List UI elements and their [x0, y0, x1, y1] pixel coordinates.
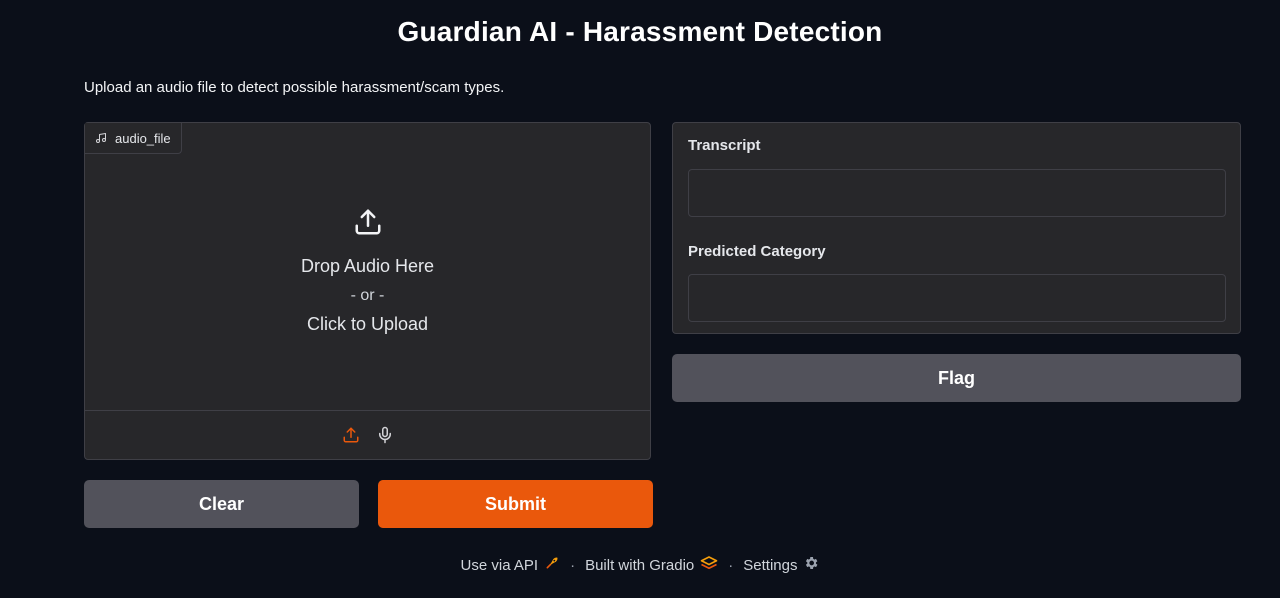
settings-label: Settings — [743, 556, 798, 574]
app-root: Guardian AI - Harassment Detection Uploa… — [0, 0, 1280, 598]
transcript-label: Transcript — [688, 137, 761, 154]
audio-input-panel[interactable]: audio_file Drop Audio Here - or - Click … — [84, 122, 651, 460]
rocket-icon — [544, 555, 560, 575]
clear-button[interactable]: Clear — [84, 480, 359, 528]
page-footer: Use via API · Built with Gradio · Settin… — [0, 555, 1280, 575]
built-with-gradio-label: Built with Gradio — [585, 556, 695, 574]
audio-input-label: audio_file — [115, 130, 171, 146]
or-separator-text: - or - — [350, 287, 385, 304]
page-title: Guardian AI - Harassment Detection — [397, 16, 883, 47]
built-with-gradio-link[interactable]: Built with Gradio — [585, 555, 718, 575]
page-description: Upload an audio file to detect possible … — [84, 79, 505, 96]
gear-icon — [803, 555, 819, 575]
audio-input-label-badge: audio_file — [85, 123, 182, 154]
drop-audio-text: Drop Audio Here — [300, 256, 435, 276]
use-via-api-link[interactable]: Use via API — [461, 555, 561, 575]
use-via-api-label: Use via API — [460, 556, 539, 574]
flag-button[interactable]: Flag — [672, 354, 1241, 402]
audio-source-selector — [85, 410, 650, 459]
footer-separator: · — [728, 556, 734, 574]
predicted-category-output[interactable] — [688, 274, 1226, 322]
audio-drop-zone[interactable]: Drop Audio Here - or - Click to Upload — [85, 207, 650, 339]
transcript-output[interactable] — [688, 169, 1226, 217]
submit-button[interactable]: Submit — [378, 480, 653, 528]
predicted-category-label: Predicted Category — [688, 243, 826, 260]
gradio-logo-icon — [700, 555, 718, 575]
upload-icon — [353, 207, 383, 242]
upload-source-icon[interactable] — [341, 423, 361, 447]
click-to-upload-text: Click to Upload — [306, 314, 429, 334]
outputs-panel: Transcript Predicted Category — [672, 122, 1241, 334]
settings-link[interactable]: Settings — [743, 555, 819, 575]
microphone-icon[interactable] — [375, 423, 395, 447]
music-note-icon — [95, 132, 107, 144]
footer-separator: · — [570, 556, 576, 574]
